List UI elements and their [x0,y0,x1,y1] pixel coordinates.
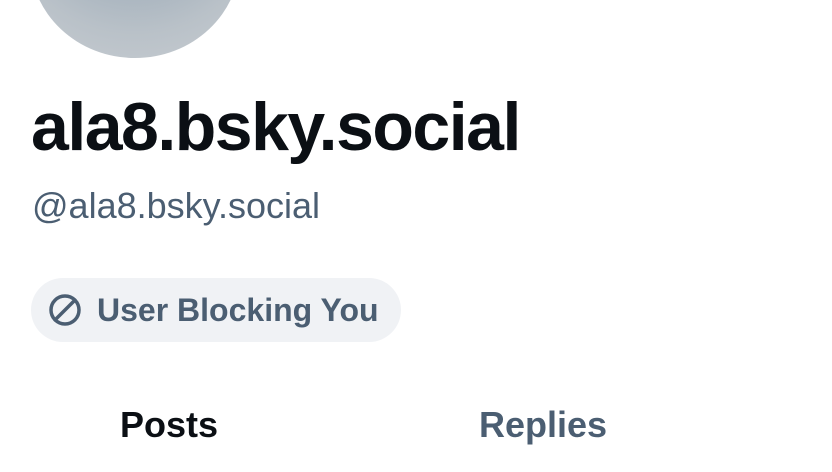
profile-handle: @ala8.bsky.social [32,185,320,226]
blocked-status-badge[interactable]: User Blocking You [31,278,401,342]
block-icon [47,292,83,328]
blocked-status-label: User Blocking You [97,291,379,328]
profile-page: ala8.bsky.social @ala8.bsky.social User … [0,0,832,472]
profile-display-name: ala8.bsky.social [31,89,521,165]
profile-tabs: Posts Replies [0,400,832,450]
tab-posts[interactable]: Posts [120,400,218,450]
tab-replies[interactable]: Replies [479,400,607,450]
avatar[interactable] [30,0,240,58]
